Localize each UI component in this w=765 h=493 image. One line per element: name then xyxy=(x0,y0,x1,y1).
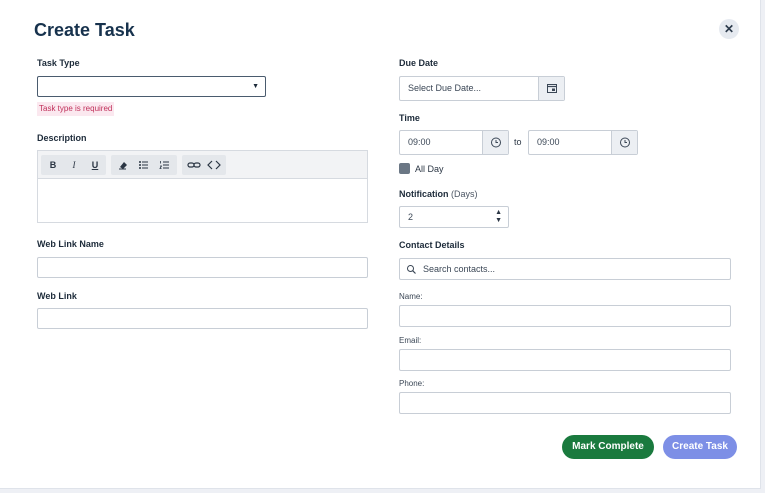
create-task-dialog: Create Task ✕ Task Type ▼ Task type is r… xyxy=(0,0,761,489)
link-icon xyxy=(187,162,201,168)
create-task-button[interactable]: Create Task xyxy=(663,435,737,459)
notification-days-value: 2 xyxy=(408,212,414,222)
task-type-label: Task Type xyxy=(37,58,80,68)
underline-button[interactable]: U xyxy=(85,155,105,175)
due-date-placeholder: Select Due Date... xyxy=(408,83,482,93)
web-link-label: Web Link xyxy=(37,291,77,301)
close-icon: ✕ xyxy=(723,22,735,36)
contact-search-placeholder: Search contacts... xyxy=(423,264,496,274)
code-icon xyxy=(207,160,221,170)
italic-button[interactable]: I xyxy=(64,155,84,175)
notification-days-stepper[interactable]: 2 ▲ ▼ xyxy=(399,206,509,228)
time-label: Time xyxy=(399,113,420,123)
bullet-list-button[interactable] xyxy=(134,155,154,175)
chevron-down-icon: ▼ xyxy=(252,83,259,90)
contact-name-input[interactable] xyxy=(399,305,731,327)
web-link-input[interactable] xyxy=(37,308,368,329)
insert-group xyxy=(182,155,226,175)
start-time-input[interactable]: 09:00 xyxy=(399,130,509,155)
contact-phone-input[interactable] xyxy=(399,392,731,414)
numbered-list-button[interactable] xyxy=(155,155,175,175)
format-group: B I U xyxy=(41,155,106,175)
dialog-title: Create Task xyxy=(34,20,135,40)
bullet-list-icon xyxy=(139,161,148,169)
end-time-input[interactable]: 09:00 xyxy=(528,130,638,155)
clear-format-button[interactable] xyxy=(113,155,133,175)
contact-name-label: Name: xyxy=(399,292,423,301)
eraser-icon xyxy=(119,162,127,170)
mark-complete-button[interactable]: Mark Complete xyxy=(562,435,654,459)
task-type-error: Task type is required xyxy=(37,102,115,116)
all-day-checkbox[interactable] xyxy=(399,163,410,174)
notification-label: Notification (Days) xyxy=(399,189,478,199)
web-link-name-label: Web Link Name xyxy=(37,239,104,249)
clock-icon xyxy=(620,137,630,148)
due-date-input[interactable]: Select Due Date... xyxy=(399,76,565,101)
contact-search-input[interactable]: Search contacts... xyxy=(399,258,731,280)
task-type-select[interactable]: ▼ xyxy=(37,76,266,97)
stepper-up-icon[interactable]: ▲ xyxy=(495,209,502,217)
close-button[interactable]: ✕ xyxy=(719,19,739,39)
all-day-label: All Day xyxy=(415,164,444,174)
description-editor[interactable] xyxy=(37,178,368,223)
notification-label-text: Notification xyxy=(399,189,449,199)
end-time-value: 09:00 xyxy=(537,137,560,147)
search-icon xyxy=(407,265,416,274)
stepper-down-icon[interactable]: ▼ xyxy=(495,217,502,225)
due-date-picker-button[interactable] xyxy=(538,77,564,100)
start-time-value: 09:00 xyxy=(408,137,431,147)
contact-email-label: Email: xyxy=(399,336,422,345)
calendar-icon xyxy=(547,84,557,93)
contact-details-label: Contact Details xyxy=(399,240,465,250)
contact-phone-label: Phone: xyxy=(399,379,425,388)
contact-email-input[interactable] xyxy=(399,349,731,371)
numbered-list-icon xyxy=(159,161,169,169)
link-button[interactable] xyxy=(184,155,204,175)
end-time-picker-button[interactable] xyxy=(611,131,637,154)
web-link-name-input[interactable] xyxy=(37,257,368,278)
code-button[interactable] xyxy=(204,155,224,175)
notification-unit: (Days) xyxy=(451,189,478,199)
time-separator: to xyxy=(514,137,522,147)
due-date-label: Due Date xyxy=(399,58,439,68)
stepper-arrows[interactable]: ▲ ▼ xyxy=(495,209,502,225)
editor-toolbar: B I U xyxy=(37,150,368,178)
list-group xyxy=(111,155,177,175)
bold-button[interactable]: B xyxy=(43,155,63,175)
start-time-picker-button[interactable] xyxy=(482,131,508,154)
clock-icon xyxy=(491,137,501,148)
description-label: Description xyxy=(37,133,87,143)
